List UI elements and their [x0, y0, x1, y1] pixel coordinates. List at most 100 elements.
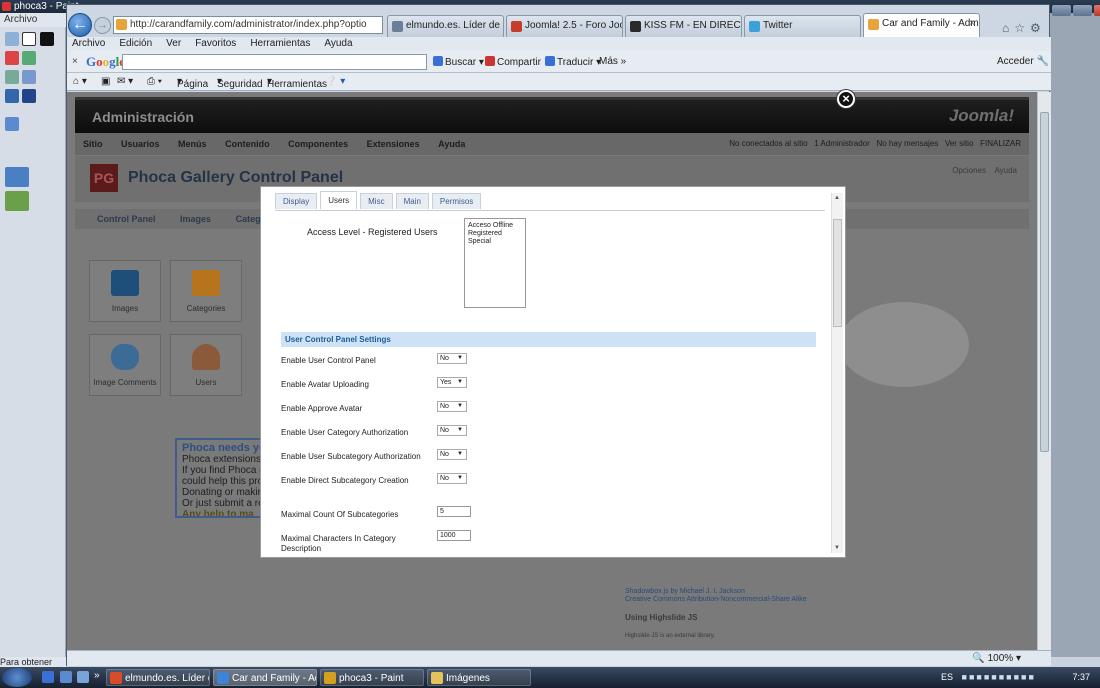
modal-tab-permisos[interactable]: Permisos: [431, 193, 482, 209]
close-toolbar-icon[interactable]: ×: [72, 56, 78, 67]
access-option[interactable]: Acceso Offline: [468, 222, 522, 230]
page-menu[interactable]: Página ▾: [177, 76, 208, 90]
pencil-icon[interactable]: [5, 70, 19, 84]
enable-category-auth-select[interactable]: No ▼: [437, 425, 467, 436]
language-indicator[interactable]: ES: [941, 672, 953, 682]
admin-menu-componentes[interactable]: Componentes: [288, 139, 348, 149]
menu-edicion[interactable]: Edición: [119, 37, 152, 51]
page-scroll-thumb[interactable]: [1040, 112, 1049, 452]
max-subcategories-input[interactable]: 5: [437, 506, 471, 517]
tab-elmundo[interactable]: elmundo.es. Líder de infor...: [387, 15, 504, 37]
switch-windows-icon[interactable]: [60, 671, 72, 683]
access-option[interactable]: Registered: [468, 230, 522, 238]
clock[interactable]: 7:37: [1072, 667, 1090, 688]
access-option[interactable]: Special: [468, 238, 522, 246]
fill-icon[interactable]: [22, 51, 36, 65]
color-swatch-icon[interactable]: [40, 32, 54, 46]
tab-joomla-forum[interactable]: Joomla! 2.5 - Foro Joomla!...: [506, 15, 623, 37]
quicklaunch-icon[interactable]: [77, 671, 89, 683]
safety-menu[interactable]: Seguridad ▾: [217, 76, 263, 90]
tab-twitter[interactable]: Twitter: [744, 15, 861, 37]
cp-users-button[interactable]: Users: [170, 334, 242, 396]
license-link[interactable]: Creative Commons Attribution-Noncommerci…: [625, 596, 1025, 604]
image-icon[interactable]: [5, 191, 29, 211]
signin-button[interactable]: Acceder 🔧: [997, 56, 1049, 67]
tab-close-icon[interactable]: ×: [969, 14, 975, 34]
minimize-button[interactable]: [1052, 5, 1071, 16]
home-toolbar-icon[interactable]: ⌂ ▾: [73, 76, 87, 87]
maximize-button[interactable]: [1072, 5, 1092, 16]
translate-button[interactable]: Traducir ▾: [545, 56, 601, 68]
task-elmundo[interactable]: elmundo.es. Líder d...: [106, 669, 210, 686]
text-icon[interactable]: [22, 89, 36, 103]
admin-menu-ayuda[interactable]: Ayuda: [438, 139, 465, 149]
shape-icon[interactable]: [5, 117, 19, 131]
help-button[interactable]: Ayuda: [994, 166, 1017, 175]
logout-link[interactable]: FINALIZAR: [980, 139, 1021, 148]
max-description-chars-input[interactable]: 1000: [437, 530, 471, 541]
task-imagenes[interactable]: Imágenes: [427, 669, 531, 686]
modal-scrollbar[interactable]: ▲ ▼: [831, 193, 843, 553]
gear-icon[interactable]: ⚙: [1030, 21, 1046, 35]
menu-herramientas[interactable]: Herramientas: [250, 37, 310, 51]
options-button[interactable]: Opciones: [952, 166, 986, 175]
cp-comments-button[interactable]: Image Comments: [89, 334, 161, 396]
tab-car-and-family[interactable]: Car and Family - Admin...×: [863, 13, 980, 37]
modal-tab-misc[interactable]: Misc: [360, 193, 393, 209]
license-line[interactable]: Shadowbox.js by Michael J. I. Jackson: [625, 588, 1025, 596]
expand-icon[interactable]: »: [94, 670, 100, 681]
task-car-and-family[interactable]: Car and Family - Ad...: [213, 669, 317, 686]
feeds-icon[interactable]: ▣: [101, 76, 110, 87]
select-tool-icon[interactable]: [5, 32, 19, 46]
admin-menu-contenido[interactable]: Contenido: [225, 139, 270, 149]
page-scrollbar[interactable]: [1037, 92, 1051, 650]
view-site-link[interactable]: Ver sitio: [945, 139, 973, 148]
menu-archivo[interactable]: Archivo: [72, 37, 105, 51]
paint-menu-file[interactable]: Archivo: [0, 14, 37, 25]
enable-user-cp-select[interactable]: No ▼: [437, 353, 467, 364]
more-button[interactable]: Más »: [599, 56, 626, 67]
enable-subcategory-auth-select[interactable]: No ▼: [437, 449, 467, 460]
enable-approve-avatar-select[interactable]: No ▼: [437, 401, 467, 412]
rect-select-icon[interactable]: [22, 32, 36, 46]
share-button[interactable]: Compartir: [485, 56, 541, 68]
admin-menu-menus[interactable]: Menús: [178, 139, 207, 149]
enable-direct-subcategory-select[interactable]: No ▼: [437, 473, 467, 484]
tab-kissfm[interactable]: KISS FM - EN DIRECTO: [625, 15, 742, 37]
back-button[interactable]: ←: [68, 13, 92, 37]
paint-menu[interactable]: Archivo: [0, 13, 66, 27]
modal-tab-main[interactable]: Main: [395, 193, 429, 209]
help-icon[interactable]: ❔ ▾: [325, 76, 345, 87]
admin-menu-extensiones[interactable]: Extensiones: [367, 139, 420, 149]
modal-tab-users[interactable]: Users: [320, 191, 358, 209]
modal-tab-display[interactable]: Display: [275, 193, 318, 209]
address-bar[interactable]: http://carandfamily.com/administrator/in…: [113, 16, 383, 34]
task-paint[interactable]: phoca3 - Paint: [320, 669, 424, 686]
scroll-down-icon[interactable]: ▼: [834, 545, 840, 551]
favorites-icon[interactable]: ☆: [1014, 21, 1030, 35]
subnav-control-panel[interactable]: Control Panel: [97, 214, 156, 224]
start-button[interactable]: [2, 668, 32, 687]
show-desktop-icon[interactable]: [42, 671, 54, 683]
menu-ver[interactable]: Ver: [166, 37, 181, 51]
google-search-input[interactable]: [122, 54, 427, 70]
home-icon[interactable]: ⌂: [1002, 21, 1014, 35]
zoom-level[interactable]: 🔍 100% ▾: [972, 651, 1021, 666]
modal-scroll-thumb[interactable]: [833, 219, 842, 327]
access-level-listbox[interactable]: Acceso Offline Registered Special: [464, 218, 526, 308]
cp-images-button[interactable]: Images: [89, 260, 161, 322]
menu-favoritos[interactable]: Favoritos: [195, 37, 236, 51]
google-search-button[interactable]: Buscar ▾: [433, 56, 484, 68]
scroll-up-icon[interactable]: ▲: [834, 195, 840, 201]
tray-icons[interactable]: ■■■■■■■■■■: [962, 672, 1036, 682]
eraser-icon[interactable]: [5, 51, 19, 65]
modal-close-button[interactable]: ×: [837, 90, 855, 108]
print-icon[interactable]: ⎙ ▾: [147, 76, 162, 87]
cp-categories-button[interactable]: Categories: [170, 260, 242, 322]
tools-menu[interactable]: Herramientas ▾: [267, 76, 327, 90]
paste-icon[interactable]: [5, 167, 29, 187]
mail-icon[interactable]: ✉ ▾: [117, 76, 133, 87]
subnav-images[interactable]: Images: [180, 214, 211, 224]
menu-ayuda[interactable]: Ayuda: [324, 37, 352, 51]
close-window-button[interactable]: [1093, 5, 1100, 16]
